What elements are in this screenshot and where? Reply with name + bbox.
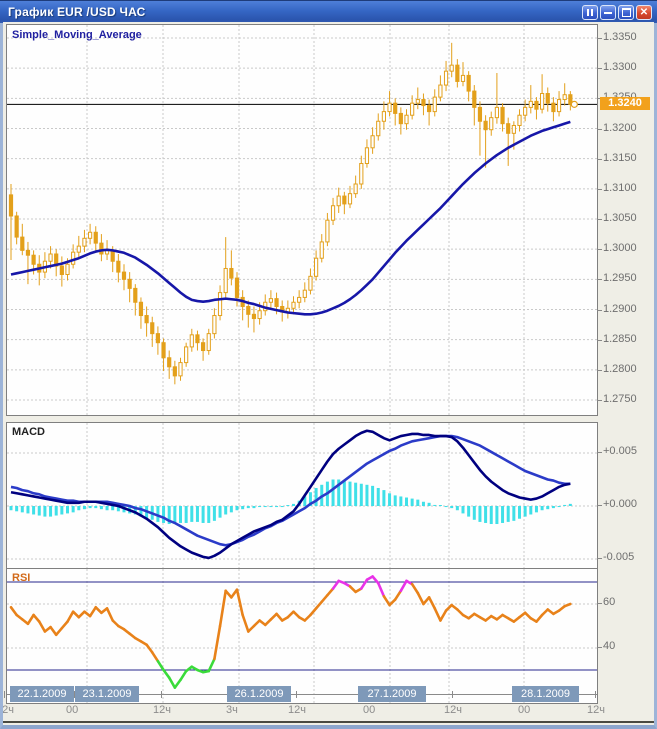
chart-area: Simple_Moving_Average MACD RSI 1.3240 12… [3, 22, 654, 723]
time-tick [161, 691, 162, 698]
window-title: График EUR /USD ЧАС [0, 5, 146, 19]
sma-line [11, 122, 570, 314]
axis-tick [597, 558, 602, 559]
minimize-button[interactable] [600, 5, 616, 20]
date-label-box: 28.1.2009 [512, 686, 579, 702]
macd-chart [7, 423, 597, 569]
rsi-tick-label: 40 [603, 640, 615, 652]
close-icon: ✕ [640, 8, 648, 18]
date-label-box: 23.1.2009 [75, 686, 139, 702]
axis-tick [597, 647, 602, 648]
candles [9, 43, 572, 384]
price-tick-label: 1.3000 [603, 242, 637, 254]
axis-tick [597, 249, 602, 250]
price-tick-label: 1.2950 [603, 272, 637, 284]
macd-tick-label: +0.000 [603, 498, 637, 510]
minimize-icon [604, 12, 612, 14]
time-label: 12ч [153, 704, 171, 716]
time-label: 00 [518, 704, 530, 716]
time-label: 12ч [3, 704, 14, 716]
maximize-icon [622, 8, 631, 17]
axis-tick [597, 310, 602, 311]
axis-tick [597, 159, 602, 160]
time-tick [296, 691, 297, 698]
axis-tick [597, 340, 602, 341]
price-tick-label: 1.2900 [603, 303, 637, 315]
title-bar[interactable]: График EUR /USD ЧАС ✕ [0, 0, 657, 23]
price-tick-label: 1.2850 [603, 333, 637, 345]
axis-tick [597, 189, 602, 190]
close-button[interactable]: ✕ [636, 5, 652, 20]
rsi-tick-label: 60 [603, 596, 615, 608]
maximize-button[interactable] [618, 5, 634, 20]
axis-tick [597, 370, 602, 371]
window-controls: ✕ [582, 5, 652, 20]
price-tick-label: 1.2800 [603, 363, 637, 375]
time-tick [595, 691, 596, 698]
axis-tick [597, 505, 602, 506]
axis-tick [597, 279, 602, 280]
axis-tick [597, 129, 602, 130]
axis-tick [597, 38, 602, 39]
price-tick-label: 1.3050 [603, 212, 637, 224]
price-tick-label: 1.3100 [603, 182, 637, 194]
time-label: 00 [66, 704, 78, 716]
macd-tick-label: +0.005 [603, 445, 637, 457]
axis-tick [597, 219, 602, 220]
time-tick [452, 691, 453, 698]
last-price-flag: 1.3240 [600, 97, 650, 110]
date-label-box: 22.1.2009 [10, 686, 74, 702]
sma-indicator-label: Simple_Moving_Average [12, 29, 142, 41]
macd-tick-label: -0.005 [603, 551, 634, 563]
rsi-chart [7, 569, 597, 703]
time-label: 12ч [587, 704, 605, 716]
price-panel[interactable] [6, 24, 598, 416]
signal-line [11, 436, 570, 545]
rsi-indicator-label: RSI [12, 572, 30, 584]
time-label: 3ч [226, 704, 238, 716]
macd-indicator-label: MACD [12, 426, 45, 438]
last-price-marker [571, 101, 577, 107]
pause-button[interactable] [582, 5, 598, 20]
pause-icon [587, 9, 589, 16]
time-label: 00 [363, 704, 375, 716]
time-label: 12ч [288, 704, 306, 716]
rsi-panel[interactable] [6, 568, 598, 704]
macd-panel[interactable] [6, 422, 598, 570]
price-tick-label: 1.3150 [603, 152, 637, 164]
price-tick-label: 1.2750 [603, 393, 637, 405]
rsi-line [11, 577, 570, 688]
price-tick-label: 1.3200 [603, 122, 637, 134]
date-label-box: 27.1.2009 [358, 686, 426, 702]
price-tick-label: 1.3300 [603, 61, 637, 73]
time-label: 12ч [444, 704, 462, 716]
axis-tick [597, 400, 602, 401]
candlestick-chart [7, 25, 597, 415]
axis-tick [597, 452, 602, 453]
date-label-box: 26.1.2009 [227, 686, 291, 702]
axis-tick [597, 68, 602, 69]
time-tick [4, 691, 5, 698]
price-tick-label: 1.3350 [603, 31, 637, 43]
axis-tick [597, 603, 602, 604]
chart-window: График EUR /USD ЧАС ✕ Simple_Moving_Aver… [0, 0, 657, 729]
